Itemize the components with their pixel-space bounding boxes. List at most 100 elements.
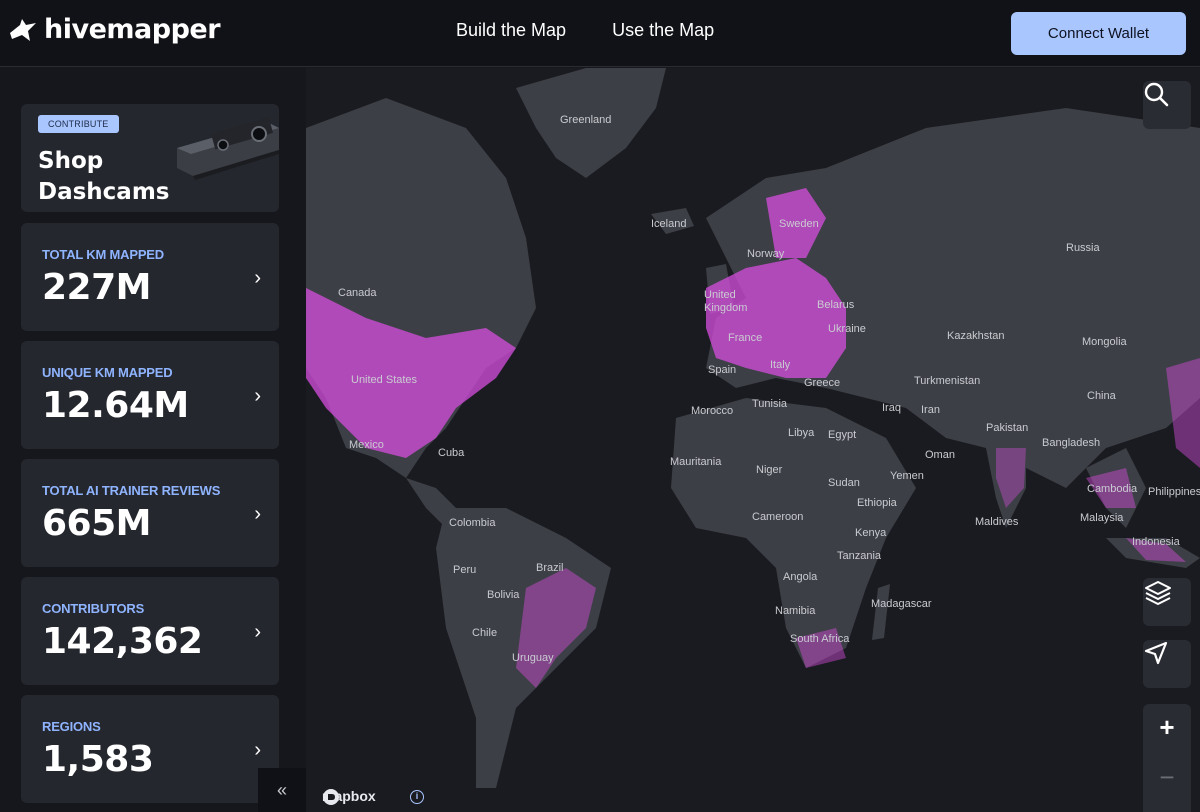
map-label: Iraq: [882, 402, 901, 414]
stat-card-total-km-mapped[interactable]: TOTAL KM MAPPED 227M ›: [21, 223, 279, 331]
dashcam-image: [177, 117, 279, 180]
map-label: Egypt: [828, 429, 857, 441]
stat-label: REGIONS: [42, 719, 101, 734]
shop-dashcams-card[interactable]: CONTRIBUTE Shop Dashcams: [21, 104, 279, 212]
map-label: Kazakhstan: [947, 330, 1005, 342]
logo-text: hivemapper: [44, 14, 221, 45]
stat-card-ai-trainer-reviews[interactable]: TOTAL AI TRAINER REVIEWS 665M ›: [21, 459, 279, 567]
info-icon[interactable]: i: [410, 790, 424, 804]
stat-value: 1,583: [42, 739, 154, 780]
map-label: Malaysia: [1080, 512, 1124, 524]
map-label: Tunisia: [752, 398, 788, 410]
map-label: South Africa: [790, 633, 850, 645]
map-search-button[interactable]: [1143, 81, 1191, 129]
stat-label: TOTAL AI TRAINER REVIEWS: [42, 483, 221, 498]
map-label: Canada: [338, 287, 377, 299]
stat-label: UNIQUE KM MAPPED: [42, 365, 173, 380]
promo-title: Shop Dashcams: [38, 148, 170, 205]
map-label: United Kingdom: [704, 289, 748, 314]
map-label: Brazil: [536, 562, 564, 574]
mapbox-attribution[interactable]: mapbox: [322, 788, 376, 805]
map-label: Bangladesh: [1042, 437, 1101, 449]
search-icon: [1144, 82, 1169, 107]
map-label: Mongolia: [1082, 336, 1127, 348]
map-label: Chile: [472, 627, 498, 639]
stat-card-regions[interactable]: REGIONS 1,583 ›: [21, 695, 279, 803]
map-label: Uruguay: [512, 652, 554, 664]
stat-value: 12.64M: [42, 385, 189, 426]
stat-card-unique-km-mapped[interactable]: UNIQUE KM MAPPED 12.64M ›: [21, 341, 279, 449]
map-label: Indonesia: [1132, 536, 1180, 548]
map-label: Sudan: [828, 477, 860, 489]
map-label: Sweden: [779, 218, 819, 230]
map-label: Oman: [925, 449, 955, 461]
map-label: Peru: [453, 564, 477, 576]
stat-label: CONTRIBUTORS: [42, 601, 145, 616]
map-label: Kenya: [855, 527, 887, 539]
hivemapper-logo[interactable]: hivemapper: [8, 14, 221, 45]
double-chevron-left-icon: «: [276, 779, 287, 800]
map-label: Madagascar: [871, 598, 932, 610]
mapbox-logo-icon: [323, 789, 339, 805]
nav-build-the-map[interactable]: Build the Map: [456, 20, 566, 41]
chevron-right-icon: ›: [254, 503, 261, 525]
chevron-right-icon: ›: [254, 739, 261, 761]
chevron-right-icon: ›: [254, 267, 261, 289]
map-label: Tanzania: [837, 550, 882, 562]
top-bar: hivemapper Build the Map Use the Map Con…: [0, 0, 1200, 67]
map-locate-button[interactable]: [1143, 640, 1191, 688]
stat-value: 227M: [42, 267, 151, 308]
map-label: Pakistan: [986, 422, 1029, 434]
chevron-right-icon: ›: [254, 621, 261, 643]
map-label: Maldives: [975, 516, 1019, 528]
map-label: Italy: [770, 359, 791, 371]
map-label: Yemen: [890, 470, 924, 482]
collapse-sidebar-button[interactable]: «: [258, 768, 306, 812]
map-label: Norway: [747, 248, 785, 260]
map-label: Turkmenistan: [914, 375, 981, 387]
map-label: Cameroon: [752, 511, 804, 523]
map-label: France: [728, 332, 763, 344]
map-label: Ukraine: [828, 323, 866, 335]
stat-card-contributors[interactable]: CONTRIBUTORS 142,362 ›: [21, 577, 279, 685]
map-label: Iran: [921, 404, 940, 416]
navigation-arrow-icon: [1144, 641, 1168, 665]
contribute-badge: CONTRIBUTE: [38, 115, 119, 133]
connect-wallet-button[interactable]: Connect Wallet: [1011, 12, 1186, 55]
map-label: China: [1087, 390, 1116, 402]
world-map[interactable]: Greenland Iceland Sweden Norway Russia C…: [306, 68, 1200, 812]
zoom-out-button[interactable]: −: [1143, 762, 1191, 793]
map-label: Belarus: [817, 299, 855, 311]
map-label: Philippines: [1148, 486, 1200, 498]
map-label: Russia: [1066, 242, 1100, 254]
chevron-right-icon: ›: [254, 385, 261, 407]
map-label: Spain: [708, 364, 737, 376]
stat-label: TOTAL KM MAPPED: [42, 247, 164, 262]
map-label: Greece: [804, 377, 841, 389]
map-label: Greenland: [560, 114, 612, 126]
map-label: Bolivia: [487, 589, 520, 601]
layers-icon: [1145, 581, 1171, 605]
zoom-controls: + −: [1143, 704, 1191, 812]
map-label: Niger: [756, 464, 783, 476]
zoom-in-button[interactable]: +: [1143, 712, 1191, 743]
map-label: Namibia: [775, 605, 816, 617]
map-label: Morocco: [691, 405, 734, 417]
map-label: Cuba: [438, 447, 465, 459]
map-label: Libya: [788, 427, 815, 439]
map-layers-button[interactable]: [1143, 578, 1191, 626]
stat-value: 665M: [42, 503, 151, 544]
stat-value: 142,362: [42, 621, 203, 662]
map-label: Ethiopia: [857, 497, 897, 509]
hivemapper-bird-icon: [10, 18, 36, 41]
map-label: Mexico: [349, 439, 384, 451]
map-label: Angola: [783, 571, 818, 583]
map-label: Iceland: [651, 218, 687, 230]
map-label: Colombia: [449, 517, 496, 529]
main-nav: Build the Map Use the Map: [456, 20, 714, 41]
nav-use-the-map[interactable]: Use the Map: [612, 20, 714, 41]
map-label: Cambodia: [1087, 483, 1138, 495]
map-label: United States: [351, 374, 418, 386]
stats-sidebar: CONTRIBUTE Shop Dashcams TOTAL KM MAPPED…: [0, 68, 306, 812]
map-label: Mauritania: [670, 456, 722, 468]
